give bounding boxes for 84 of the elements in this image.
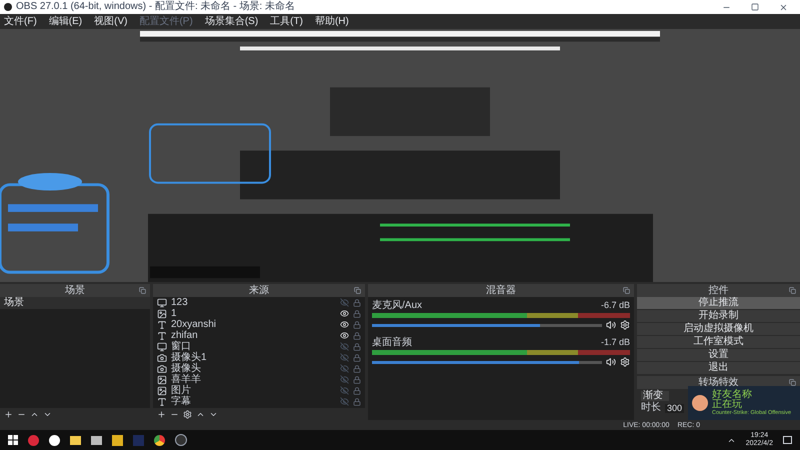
friend-status: 正在玩	[712, 400, 743, 410]
eye-icon[interactable]	[340, 331, 349, 340]
float-icon[interactable]	[623, 287, 630, 294]
transition-type[interactable]: 渐变	[641, 391, 669, 401]
menu-item[interactable]: 视图(V)	[94, 16, 128, 26]
source-name[interactable]: 123	[171, 298, 336, 308]
control-button[interactable]: 停止推流	[637, 297, 800, 309]
eye-icon[interactable]	[340, 320, 349, 329]
friend-name: 好友名称	[712, 390, 753, 400]
float-icon[interactable]	[789, 379, 796, 386]
browser-icon[interactable]	[154, 434, 165, 446]
monitor-icon	[157, 342, 167, 352]
channel-reading: -6.7 dB	[600, 301, 630, 311]
camera-icon	[157, 364, 167, 374]
source-name[interactable]: 摄像头	[171, 364, 336, 374]
speaker-icon[interactable]	[606, 320, 616, 330]
window-title: OBS 27.0.1 (64-bit, windows) - 配置文件: 未命名 - 场景: 未命名	[16, 2, 295, 12]
dock-title: 控件	[708, 286, 728, 296]
source-name[interactable]: 喜羊羊	[171, 374, 336, 384]
text-icon	[157, 320, 167, 330]
float-icon[interactable]	[139, 287, 146, 294]
add-icon[interactable]	[4, 410, 13, 418]
dock-title: 场景	[65, 286, 85, 296]
app-icon[interactable]	[175, 434, 187, 446]
monitor-icon	[157, 298, 167, 308]
settings-icon[interactable]	[183, 410, 192, 418]
image-icon	[157, 308, 167, 318]
lock-icon[interactable]	[353, 386, 361, 394]
lock-icon[interactable]	[353, 320, 361, 328]
image-icon	[157, 374, 167, 384]
lock-icon[interactable]	[353, 364, 361, 372]
channel-reading: -1.7 dB	[600, 338, 630, 348]
lock-icon[interactable]	[353, 398, 361, 406]
dock-title: 转场特效	[698, 378, 738, 388]
lock-icon[interactable]	[353, 332, 361, 340]
source-name[interactable]: 字幕	[171, 396, 336, 406]
scene-item[interactable]: 场景	[0, 297, 150, 309]
settings-icon[interactable]	[620, 320, 630, 330]
control-button[interactable]: 开始录制	[637, 310, 800, 322]
control-button[interactable]: 设置	[637, 349, 800, 361]
source-name[interactable]: 20xyanshi	[171, 320, 336, 330]
menu-item[interactable]: 场景集合(S)	[204, 16, 258, 26]
text-icon	[157, 330, 167, 340]
notification-icon[interactable]	[783, 436, 792, 444]
menu-item[interactable]: 编辑(E)	[48, 16, 82, 26]
settings-icon[interactable]	[620, 357, 630, 367]
app-icon[interactable]	[112, 434, 123, 446]
source-name[interactable]: 窗口	[171, 342, 336, 352]
app-logo-icon	[4, 3, 12, 11]
volume-slider[interactable]	[372, 324, 602, 326]
close-icon[interactable]	[779, 2, 788, 12]
eye-icon[interactable]	[340, 309, 349, 318]
maximize-icon[interactable]	[751, 3, 759, 11]
float-icon[interactable]	[789, 287, 796, 294]
image-icon	[157, 386, 167, 396]
lock-icon[interactable]	[353, 298, 361, 306]
windows-icon[interactable]	[8, 435, 18, 445]
control-button[interactable]: 工作室模式	[637, 336, 800, 348]
dock-title: 混音器	[486, 286, 516, 296]
float-icon[interactable]	[354, 287, 361, 294]
avatar-icon	[692, 395, 708, 411]
menu-item[interactable]: 帮助(H)	[314, 16, 349, 26]
source-name[interactable]: zhifan	[171, 330, 336, 340]
source-name[interactable]: 摄像头1	[171, 352, 336, 362]
duration-field[interactable]: 300	[665, 404, 684, 412]
lock-icon[interactable]	[353, 310, 361, 318]
lock-icon[interactable]	[353, 376, 361, 384]
duration-label: 时长	[641, 403, 661, 413]
dock-title: 来源	[249, 286, 269, 296]
speaker-icon[interactable]	[606, 357, 616, 367]
control-button[interactable]: 退出	[637, 362, 800, 374]
camera-icon	[157, 352, 167, 362]
text-icon	[157, 396, 167, 406]
lock-icon[interactable]	[353, 342, 361, 350]
channel-name: 麦克风/Aux	[372, 301, 422, 311]
source-name[interactable]: 1	[171, 308, 336, 318]
channel-name: 桌面音频	[372, 338, 412, 348]
app-icon[interactable]	[91, 436, 102, 444]
add-icon[interactable]	[157, 410, 166, 418]
source-name[interactable]: 图片	[171, 386, 336, 396]
menu-item[interactable]: 工具(T)	[270, 16, 303, 26]
lock-icon[interactable]	[353, 354, 361, 362]
control-button[interactable]: 启动虚拟摄像机	[637, 323, 800, 335]
menu-item[interactable]: 文件(F)	[4, 16, 37, 26]
